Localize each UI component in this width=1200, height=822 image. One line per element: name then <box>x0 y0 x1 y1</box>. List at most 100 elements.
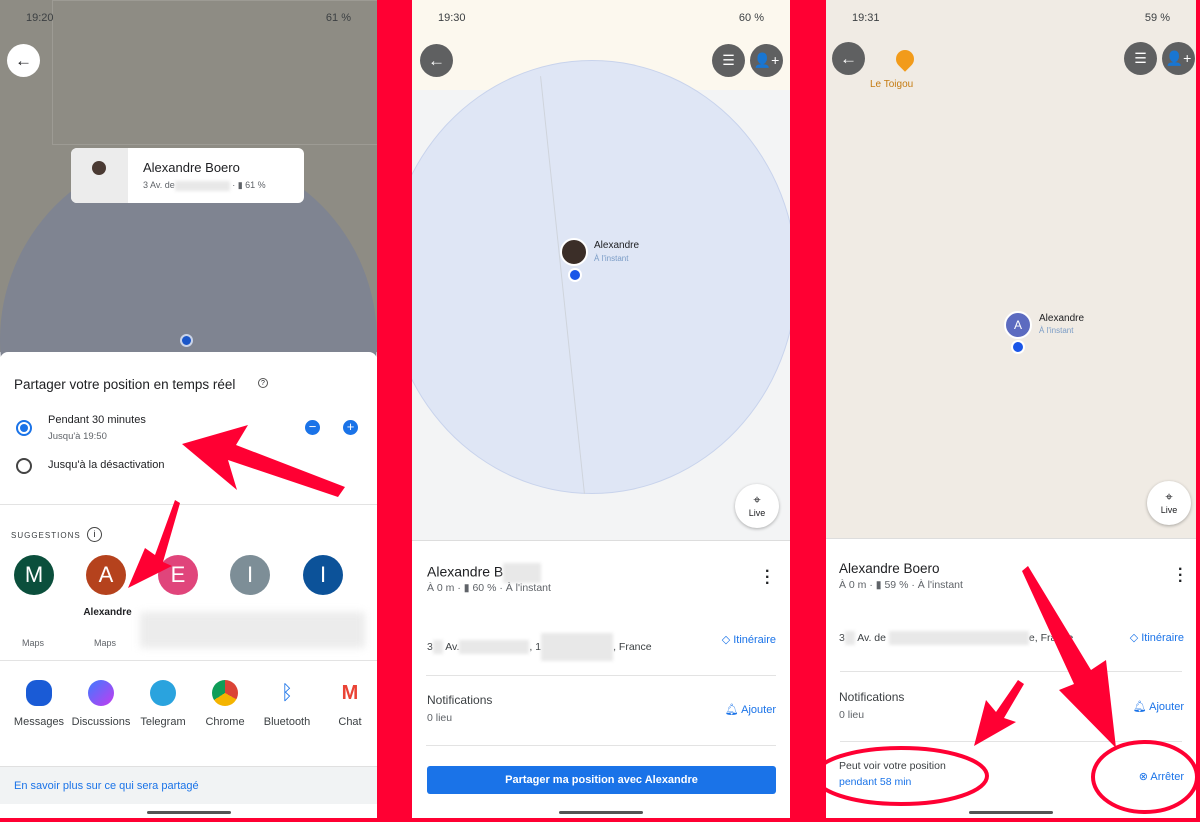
app-bluetooth[interactable]: ᛒ Bluetooth <box>257 680 317 728</box>
sharing-active-screen: Le Toigou A Alexandre À l'instant ⌖ Live … <box>826 0 1196 818</box>
add-person-button[interactable]: 👤+ <box>1162 42 1195 75</box>
directions-button[interactable]: ◇ Itinéraire <box>1130 631 1184 644</box>
person-add-icon: 👤+ <box>1165 50 1192 66</box>
battery-percent: 59 % <box>884 579 909 591</box>
back-button[interactable]: ← <box>420 44 453 77</box>
radio-selected[interactable] <box>16 420 32 436</box>
app-messages[interactable]: Messages <box>9 680 69 728</box>
app-chrome[interactable]: Chrome <box>195 680 255 728</box>
live-icon: ⌖ <box>753 492 761 507</box>
back-button[interactable]: ← <box>7 44 40 77</box>
avatar-initial: I <box>246 562 254 587</box>
contact-avatar[interactable]: A <box>86 555 126 595</box>
decrease-button[interactable]: − <box>305 420 320 435</box>
contact-avatar[interactable]: I <box>230 555 270 595</box>
avatar-initial: I <box>319 562 327 587</box>
live-view-button[interactable]: ⌖ Live <box>1147 481 1191 525</box>
marker-time: À l'instant <box>594 254 629 263</box>
share-location-button[interactable]: Partager ma position avec Alexandre <box>427 766 776 794</box>
address-part: , 1 <box>529 640 542 653</box>
clock: 19:20 <box>26 12 54 24</box>
marker-initial: A <box>1013 318 1022 332</box>
app-chat[interactable]: M Chat <box>320 680 377 728</box>
contact-avatar[interactable]: I <box>303 555 343 595</box>
help-icon[interactable]: ? <box>258 378 268 388</box>
more-options-button[interactable]: · · · <box>1178 562 1183 590</box>
list-button[interactable]: ☰ <box>712 44 745 77</box>
option-until-off[interactable]: Jusqu'à la désactivation <box>16 457 316 477</box>
info-panel: Alexandre Boero À 0 m · ▮ 59 % · À l'ins… <box>826 538 1196 818</box>
option-label: Jusqu'à la désactivation <box>48 459 165 471</box>
location-dot <box>568 268 582 282</box>
accuracy-circle <box>412 60 790 494</box>
option-sublabel: Jusqu'à 19:50 <box>48 431 107 442</box>
info-icon[interactable]: i <box>87 527 102 542</box>
clock: 19:30 <box>438 12 466 24</box>
avatar-marker[interactable] <box>560 238 588 266</box>
map[interactable]: Alexandre À l'instant ⌖ Live <box>412 0 790 540</box>
address-part: e, France <box>1028 631 1074 644</box>
list-icon: ☰ <box>722 52 735 68</box>
add-label: Ajouter <box>741 704 776 716</box>
learn-more-link[interactable]: En savoir plus sur ce qui sera partagé <box>0 766 377 804</box>
stop-sharing-button[interactable]: ⊗ Arrêter <box>1139 770 1184 783</box>
avatar-initial: A <box>98 562 114 587</box>
avatar-initial: M <box>24 562 44 587</box>
location-dot <box>1011 340 1025 354</box>
clock: 19:31 <box>852 12 880 24</box>
contact-name: Alexandre <box>83 607 132 618</box>
status-bar: 19:20 61 % <box>0 12 377 28</box>
stop-label: Arrêter <box>1150 771 1184 783</box>
last-update: À l'instant <box>917 579 963 591</box>
add-person-button[interactable]: 👤+ <box>750 44 783 77</box>
more-options-button[interactable]: · · · <box>765 564 770 592</box>
address-street: Av. de <box>150 180 175 190</box>
viewer-status: Peut voir votre position <box>839 760 946 772</box>
person-name: Alexandre B <box>427 563 504 580</box>
share-button-label: Partager ma position avec Alexandre <box>505 774 698 786</box>
contact-source: Maps <box>94 638 117 648</box>
contact-avatar[interactable]: M <box>14 555 54 595</box>
avatar-marker[interactable]: A <box>1004 311 1032 339</box>
person-card[interactable]: Alexandre Boero 3 Av. de · ▮ 61 % <box>71 148 304 203</box>
person-name: Alexandre Boero <box>839 561 940 576</box>
cancel-circle-icon: ⊗ <box>1138 771 1151 783</box>
directions-label: Itinéraire <box>1141 632 1184 644</box>
battery-percent: 61 % <box>245 180 266 190</box>
list-button[interactable]: ☰ <box>1124 42 1157 75</box>
add-notification-button[interactable]: 🔔︎ Ajouter <box>1133 700 1184 713</box>
contact-avatar[interactable]: E <box>158 555 198 595</box>
avatar-initial: E <box>170 562 186 587</box>
marker-name: Alexandre <box>1039 313 1085 324</box>
directions-icon: ◇ <box>721 634 734 646</box>
app-discussions[interactable]: Discussions <box>70 680 132 728</box>
share-duration: pendant 58 min <box>839 776 912 788</box>
messages-icon <box>26 680 52 706</box>
live-view-button[interactable]: ⌖ Live <box>735 484 779 528</box>
restaurant-pin-icon[interactable] <box>892 46 918 72</box>
sheet-title: Partager votre position en temps réel <box>14 377 236 392</box>
person-add-icon: 👤+ <box>753 52 780 68</box>
add-label: Ajouter <box>1149 701 1184 713</box>
map[interactable]: Le Toigou A Alexandre À l'instant ⌖ Live <box>826 0 1196 538</box>
live-label: Live <box>748 508 766 518</box>
arrow-left-icon: ← <box>840 48 857 68</box>
back-button[interactable]: ← <box>832 42 865 75</box>
live-icon: ⌖ <box>1165 489 1173 504</box>
address-part: , France <box>613 640 652 653</box>
directions-label: Itinéraire <box>733 634 776 646</box>
increase-button[interactable]: + <box>343 420 358 435</box>
learn-more-text: En savoir plus sur ce qui sera partagé <box>14 780 199 792</box>
bluetooth-icon: ᛒ <box>281 682 293 704</box>
bell-icon: 🔔︎ <box>724 704 742 716</box>
add-notification-button[interactable]: 🔔︎ Ajouter <box>725 703 776 716</box>
poi-label[interactable]: Le Toigou <box>870 79 913 90</box>
directions-icon: ◇ <box>1129 632 1142 644</box>
app-telegram[interactable]: Telegram <box>133 680 193 728</box>
battery-percent: 60 % <box>472 582 497 594</box>
arrow-left-icon: ← <box>428 50 445 70</box>
distance: À 0 m <box>427 582 455 594</box>
radio-unselected[interactable] <box>16 458 32 474</box>
directions-button[interactable]: ◇ Itinéraire <box>722 633 776 646</box>
app-label: Bluetooth <box>263 716 311 728</box>
